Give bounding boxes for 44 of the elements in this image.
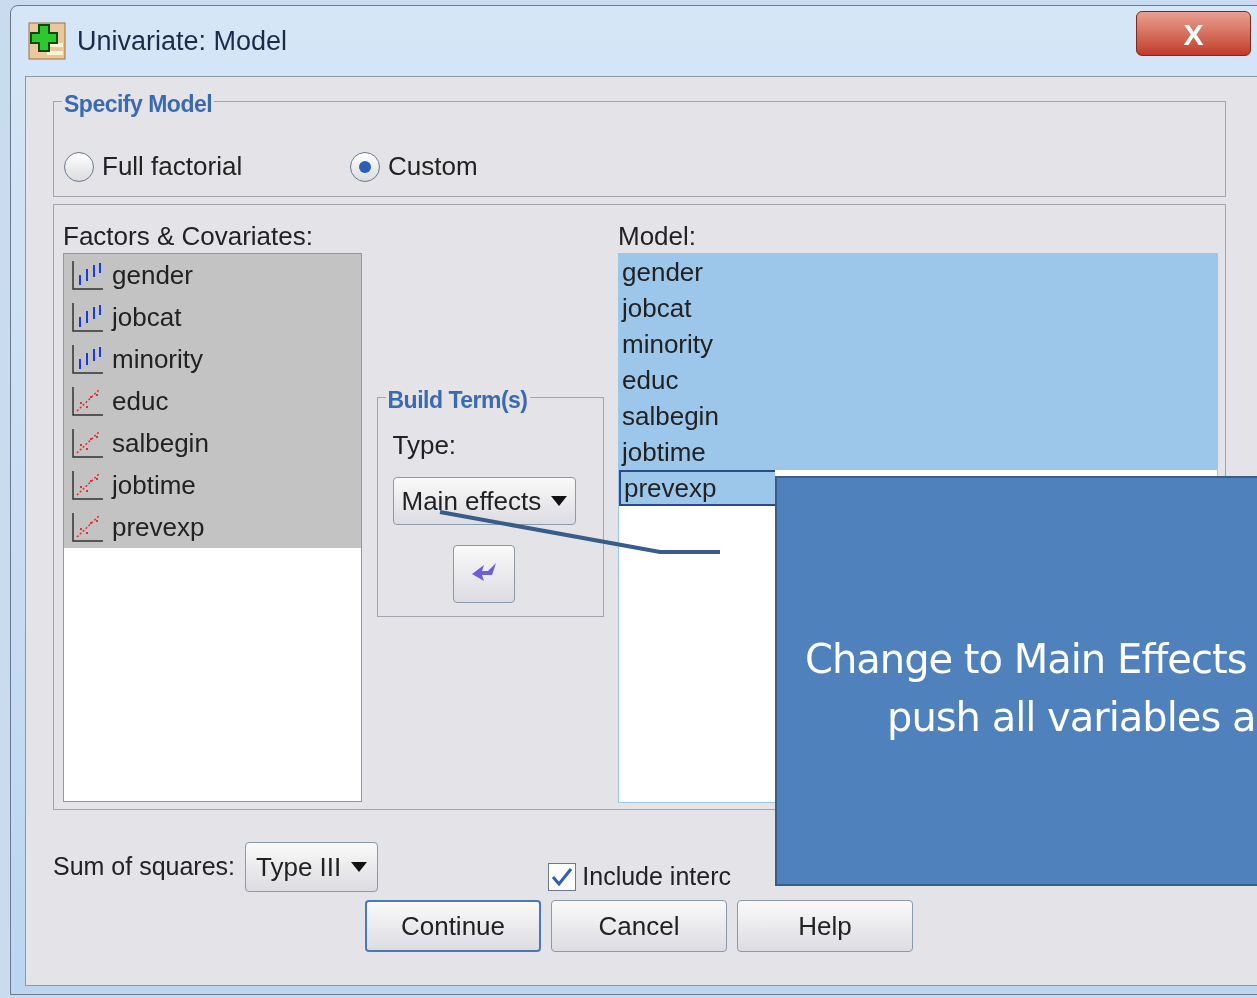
scatter-plot-icon <box>70 385 104 417</box>
list-item[interactable]: educ <box>619 362 1217 398</box>
scatter-plot-icon <box>70 511 104 543</box>
list-label: Model: <box>618 220 698 253</box>
scatter-plot-icon <box>70 427 104 459</box>
caret-icon <box>551 496 568 506</box>
list-item[interactable]: salbegin <box>619 398 1217 434</box>
radio-button[interactable] <box>64 151 94 182</box>
radio-option[interactable]: Custom <box>350 147 478 186</box>
window-title: Univariate: Model <box>77 24 288 58</box>
callout-text: Change to Main Effects <box>804 635 1248 684</box>
type-dropdown[interactable]: Main effects <box>392 477 577 525</box>
callout-text: push all variables a <box>886 693 1257 742</box>
list-label: Factors & Covariates: <box>63 220 314 253</box>
list-item[interactable]: minority <box>619 326 1217 362</box>
radio-button[interactable] <box>350 151 380 182</box>
checkbox[interactable] <box>548 863 577 891</box>
list-item[interactable]: jobcat <box>619 290 1217 326</box>
sum-of-squares-dropdown[interactable]: Type III <box>245 842 379 892</box>
list-item[interactable]: jobtime <box>619 434 1217 470</box>
list-item[interactable]: gender <box>619 254 1217 290</box>
list-item[interactable]: salbegin <box>64 422 361 464</box>
bar-chart-icon <box>70 343 104 375</box>
list-item[interactable]: prevexp <box>619 470 775 506</box>
list-item[interactable]: educ <box>64 380 361 422</box>
move-right-button[interactable] <box>452 545 515 603</box>
caret-icon <box>351 862 368 872</box>
bar-chart-icon <box>70 301 104 333</box>
list-item[interactable]: prevexp <box>64 506 361 548</box>
list-item[interactable]: minority <box>64 338 361 380</box>
scatter-plot-icon <box>70 469 104 501</box>
check-icon <box>551 867 574 887</box>
bar-chart-icon <box>70 259 104 291</box>
dialog-button[interactable]: Continue <box>365 900 541 952</box>
list-item[interactable]: jobcat <box>64 296 361 338</box>
sum-of-squares-label: Sum of squares: <box>53 851 236 883</box>
dialog-button[interactable]: Help <box>737 900 913 952</box>
type-label: Type: <box>392 429 457 462</box>
radio-option[interactable]: Full factorial <box>64 147 350 186</box>
dialog-button[interactable]: Cancel <box>551 900 727 952</box>
checkbox-label: Include interc <box>582 861 731 893</box>
app-icon <box>27 21 67 61</box>
list-item[interactable]: gender <box>64 254 361 296</box>
list-item[interactable]: jobtime <box>64 464 361 506</box>
